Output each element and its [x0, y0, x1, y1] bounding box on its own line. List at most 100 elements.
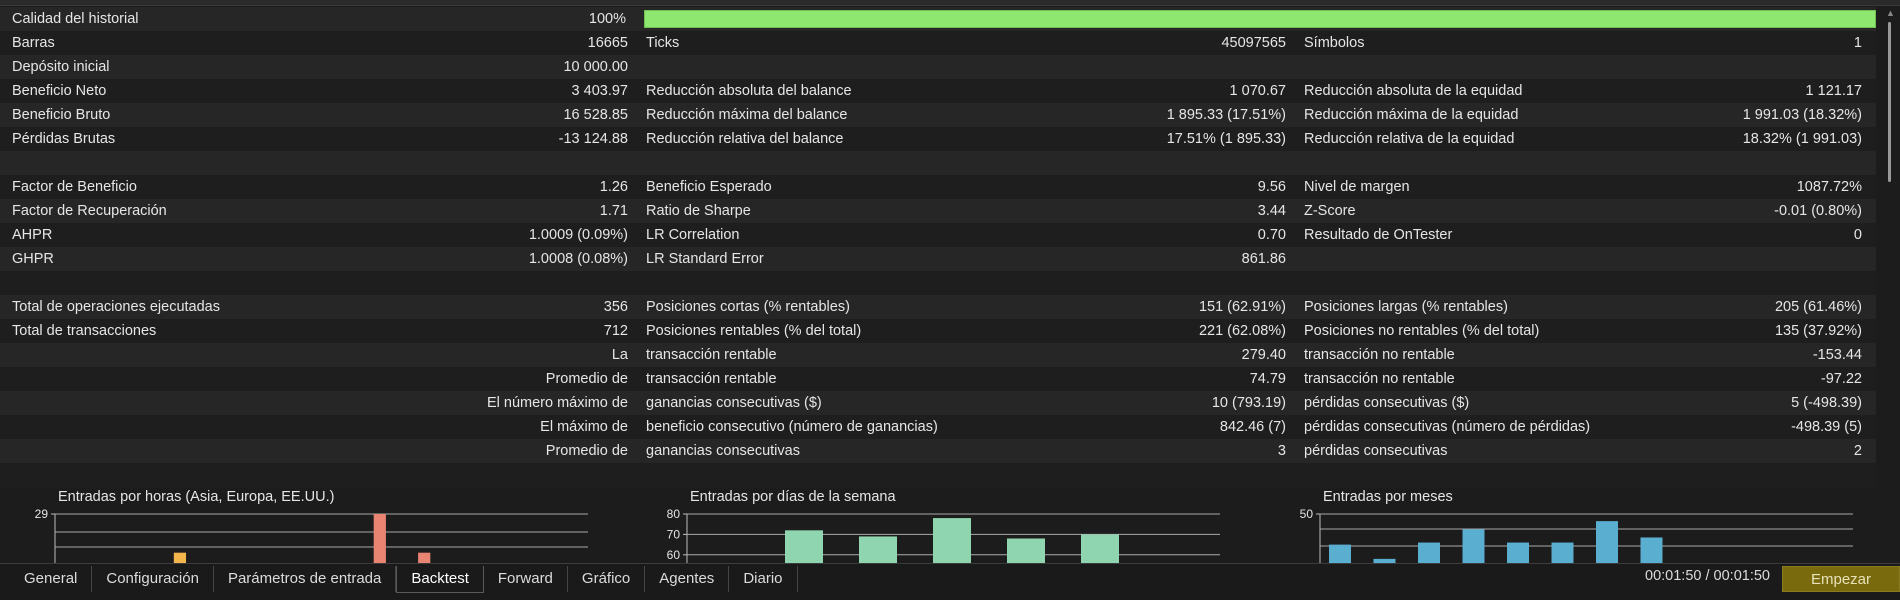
tab-agentes[interactable]: Agentes — [645, 566, 730, 592]
vertical-scrollbar[interactable]: ▲ — [1886, 8, 1895, 182]
column-gap — [1286, 79, 1304, 103]
stat-value: 1 121.17 — [1805, 83, 1862, 99]
report-row: Calidad del historial 100% — [0, 7, 1877, 31]
tab-gr-fico[interactable]: Gráfico — [568, 566, 646, 592]
column-gap — [628, 103, 646, 127]
stat-label: Posiciones cortas (% rentables) — [646, 299, 850, 315]
stat-value: -153.44 — [1812, 347, 1862, 363]
report-table: Calidad del historial 100% Barras 16665 Tick… — [0, 7, 1877, 487]
report-row: El número máximo de ganancias consecutiva… — [0, 391, 1876, 415]
stat-label — [646, 55, 1096, 79]
start-button[interactable]: Empezar — [1782, 566, 1900, 592]
charts-panel: 29 Entradas por horas (Asia, Europa, EE.… — [0, 487, 1900, 565]
column-gap — [1286, 223, 1304, 247]
stat-value: 1 895.33 (17.51%) — [1166, 107, 1286, 123]
stat-value — [1724, 151, 1864, 175]
stat-label — [1304, 55, 1724, 79]
column-gap — [1286, 199, 1304, 223]
tab-general[interactable]: General — [10, 566, 93, 592]
row-indent — [0, 55, 12, 79]
row-indent — [0, 439, 12, 463]
tab-forward[interactable]: Forward — [484, 566, 568, 592]
stat-value: 205 (61.46%) — [1774, 299, 1862, 315]
column-gap — [628, 127, 646, 151]
row-indent — [0, 31, 12, 55]
tab-backtest[interactable]: Backtest — [396, 566, 484, 593]
stat-value: 0.70 — [1257, 227, 1286, 243]
stat-value — [1096, 271, 1286, 295]
report-row: Beneficio Bruto 16 528.85 Reducción máxima… — [0, 103, 1876, 127]
stat-label — [1304, 271, 1724, 295]
column-gap — [628, 415, 646, 439]
stat-label: Total de transacciones — [12, 323, 157, 339]
stat-value: 2 — [1853, 443, 1862, 459]
bar — [1596, 521, 1618, 565]
stat-value — [1096, 151, 1286, 175]
stat-label — [1304, 463, 1724, 487]
stat-value: 1 — [1853, 35, 1862, 51]
stat-value: 151 (62.91%) — [1198, 299, 1286, 315]
column-gap — [1286, 319, 1304, 343]
bar — [1418, 542, 1440, 565]
stat-label — [1304, 247, 1724, 271]
stat-label: Reducción relativa del balance — [646, 131, 844, 147]
stat-value — [1096, 55, 1286, 79]
stat-label: Reducción relativa de la equidad — [1304, 131, 1515, 147]
stat-value: 861.86 — [1241, 251, 1286, 267]
tab-bar: General Configuración Parámetros de entrad… — [10, 564, 798, 600]
row-indent — [0, 247, 12, 271]
bar — [1462, 529, 1485, 565]
row-indent — [0, 79, 12, 103]
stat-value: 1.0008 (0.08%) — [528, 251, 628, 267]
stat-value: 842.46 (7) — [1219, 419, 1286, 435]
report-row — [0, 271, 1876, 295]
stat-value — [1724, 271, 1864, 295]
report-row: Barras 16665 Ticks 45097565 Símbolos 1 — [0, 31, 1876, 55]
report-row — [0, 151, 1876, 175]
row-indent — [0, 319, 12, 343]
stat-label — [12, 367, 372, 391]
report-row: Total de operaciones ejecutadas 356 Posici… — [0, 295, 1876, 319]
stat-label: Beneficio Neto — [12, 83, 107, 99]
stat-value: 135 (37.92%) — [1774, 323, 1862, 339]
column-gap — [1286, 343, 1304, 367]
stat-label: LR Standard Error — [646, 251, 764, 267]
stat-value: 279.40 — [1241, 347, 1286, 363]
report-row: Beneficio Neto 3 403.97 Reducción absoluta… — [0, 79, 1876, 103]
scrollbar-thumb[interactable] — [1888, 22, 1891, 182]
tab-par-metros-de-entrada[interactable]: Parámetros de entrada — [214, 566, 397, 592]
stat-label: Reducción máxima de la equidad — [1304, 107, 1519, 123]
top-border — [0, 0, 1900, 6]
tab-configuraci-n[interactable]: Configuración — [92, 566, 214, 592]
tab-diario[interactable]: Diario — [729, 566, 798, 592]
row-indent — [0, 463, 12, 487]
column-gap — [1286, 55, 1304, 79]
stat-value: 10 000.00 — [563, 59, 628, 75]
stat-label: Depósito inicial — [12, 59, 110, 75]
column-gap — [1286, 271, 1304, 295]
stat-label: GHPR — [12, 251, 54, 267]
column-gap — [1286, 151, 1304, 175]
stat-value: 0 — [1853, 227, 1862, 243]
stat-label — [12, 271, 372, 295]
column-gap — [1286, 103, 1304, 127]
scroll-up-icon[interactable]: ▲ — [1886, 8, 1895, 18]
stat-label: Reducción absoluta de la equidad — [1304, 83, 1523, 99]
row-indent — [0, 223, 12, 247]
stat-label — [12, 391, 372, 415]
stat-value — [372, 463, 628, 487]
stat-label: Total de operaciones ejecutadas — [12, 299, 220, 315]
stat-value: 1.26 — [599, 179, 628, 195]
stat-label: Posiciones largas (% rentables) — [1304, 299, 1508, 315]
stat-label — [12, 151, 372, 175]
stat-label: Reducción máxima del balance — [646, 107, 848, 123]
stat-value: 1.71 — [599, 203, 628, 219]
stat-value: 100% — [588, 11, 627, 27]
column-gap — [628, 175, 646, 199]
column-gap — [628, 79, 646, 103]
history-quality-bar — [643, 10, 1877, 28]
row-indent — [0, 151, 12, 175]
column-gap — [628, 391, 646, 415]
stat-value — [372, 151, 628, 175]
column-gap — [628, 247, 646, 271]
